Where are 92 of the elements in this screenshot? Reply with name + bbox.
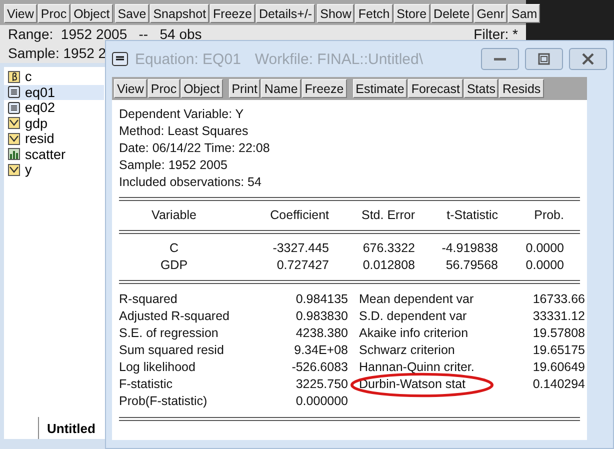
object-item[interactable]: y xyxy=(4,162,104,178)
column-header: Std. Error xyxy=(360,207,415,224)
sample-text: Sample: 1952 2 xyxy=(8,45,106,62)
stat-value: 0.984135 xyxy=(294,291,348,308)
stat-label: Durbin-Watson stat xyxy=(359,377,466,391)
stat-value: 3225.750 xyxy=(294,376,348,393)
table-cell-text: 0.0000 xyxy=(524,240,564,257)
window-title: Equation: EQ01 xyxy=(135,50,241,68)
stat-value: -526.6083 xyxy=(290,359,348,376)
toolbar-button[interactable]: Forecast xyxy=(408,79,463,98)
stat-value: 0.000000 xyxy=(294,393,348,410)
toolbar-button[interactable]: Name xyxy=(261,79,301,98)
toolbar-button[interactable]: Fetch xyxy=(355,4,393,23)
stat-value: 0.983830 xyxy=(294,308,348,325)
stat-label: Sum squared resid xyxy=(119,342,225,359)
column-header: Prob. xyxy=(533,207,564,224)
stat-label: Adjusted R-squared xyxy=(119,308,230,325)
minimize-button[interactable] xyxy=(481,48,519,70)
toolbar-button[interactable]: Genr xyxy=(474,4,508,23)
stat-label: Log likelihood xyxy=(119,359,196,376)
toolbar-button[interactable]: Details+/- xyxy=(256,4,316,23)
output-line: Dependent Variable: Y xyxy=(119,106,245,123)
table-cell-text: 56.79568 xyxy=(444,257,498,274)
table-cell-text: GDP xyxy=(159,257,189,274)
toolbar-button[interactable]: Object xyxy=(180,79,223,98)
stat-label: Hannan-Quinn criter. xyxy=(359,360,474,374)
stat-value: 4238.380 xyxy=(294,325,348,342)
toolbar-button[interactable]: Freeze xyxy=(302,79,347,98)
filter-text: Filter: * xyxy=(474,26,518,43)
toolbar-button[interactable]: Save xyxy=(114,4,150,23)
stat-value: 0.140294 xyxy=(532,376,585,393)
table-cell-text: 0.012808 xyxy=(362,257,415,274)
column-header: Coefficient xyxy=(269,207,329,224)
column-header: Variable xyxy=(150,207,198,224)
toolbar-button[interactable]: Delete xyxy=(430,4,473,23)
table-cell-text: C xyxy=(168,240,180,257)
table-cell-text: 0.727427 xyxy=(276,257,329,274)
table-cell-text: -4.919838 xyxy=(440,240,498,257)
toolbar-button[interactable]: Freeze xyxy=(210,4,255,23)
toolbar-button[interactable]: Store xyxy=(394,4,430,23)
workfile-name: Workfile: FINAL::Untitled\ xyxy=(254,50,424,68)
stat-value: 9.34E+08 xyxy=(293,342,348,359)
maximize-button[interactable] xyxy=(525,48,563,70)
output-line: Included observations: 54 xyxy=(119,174,262,191)
stat-value: 33331.12 xyxy=(532,308,585,325)
object-item[interactable]: gdp xyxy=(4,116,104,131)
toolbar-button[interactable]: Snapshot xyxy=(150,4,210,23)
stat-value: 19.57808 xyxy=(532,325,585,342)
toolbar-button[interactable]: Show xyxy=(317,4,354,23)
stat-label: F-statistic xyxy=(119,376,174,393)
toolbar-button[interactable]: Sam xyxy=(508,4,540,23)
toolbar-button[interactable]: Proc xyxy=(148,79,180,98)
object-item[interactable]: c xyxy=(4,69,104,84)
stat-label: Mean dependent var xyxy=(359,292,474,306)
toolbar-button[interactable]: Resids xyxy=(499,79,544,98)
stat-label: Akaike info criterion xyxy=(359,326,468,340)
table-cell-text: 0.0000 xyxy=(524,257,564,274)
stat-label: Schwarz criterion xyxy=(359,343,455,357)
toolbar-button[interactable]: Proc xyxy=(38,4,70,23)
toolbar-button[interactable]: Print xyxy=(228,79,260,98)
series-icon xyxy=(8,132,20,145)
equation-icon xyxy=(112,52,128,66)
toolbar-button[interactable]: Object xyxy=(70,4,113,23)
close-button[interactable] xyxy=(569,48,607,70)
toolbar-button[interactable]: View xyxy=(4,4,37,23)
bar-chart-icon xyxy=(8,148,20,160)
stat-value: 19.65175 xyxy=(532,342,585,359)
output-line: Method: Least Squares xyxy=(119,123,250,140)
table-cell-text: -3327.445 xyxy=(272,240,329,257)
object-item[interactable]: scatter xyxy=(4,146,104,162)
series-icon xyxy=(8,117,20,130)
table-cell-text: 676.3322 xyxy=(362,240,415,257)
toolbar-button[interactable]: Estimate xyxy=(352,79,408,98)
range-text: Range: 1952 2005 -- 54 obs xyxy=(8,26,202,43)
output-line: Date: 06/14/22 Time: 22:08 xyxy=(119,140,271,157)
stat-label: S.D. dependent var xyxy=(359,309,467,323)
stat-label: R-squared xyxy=(119,291,178,308)
equation-icon xyxy=(8,86,20,98)
series-icon xyxy=(8,164,20,176)
equation-icon xyxy=(8,102,20,114)
stat-label: Prob(F-statistic) xyxy=(119,393,208,410)
object-item[interactable]: eq01 xyxy=(4,84,104,100)
column-header: t-Statistic xyxy=(446,207,498,224)
stat-value: 16733.66 xyxy=(532,291,585,308)
stat-value: 19.60649 xyxy=(532,359,585,376)
object-item[interactable]: eq02 xyxy=(4,100,104,116)
stat-label: S.E. of regression xyxy=(119,325,220,342)
toolbar-button[interactable]: Stats xyxy=(464,79,498,98)
output-line: Sample: 1952 2005 xyxy=(119,157,228,174)
beta-icon xyxy=(8,70,20,83)
object-item[interactable]: resid xyxy=(4,131,104,146)
toolbar-button[interactable]: View xyxy=(114,79,147,98)
